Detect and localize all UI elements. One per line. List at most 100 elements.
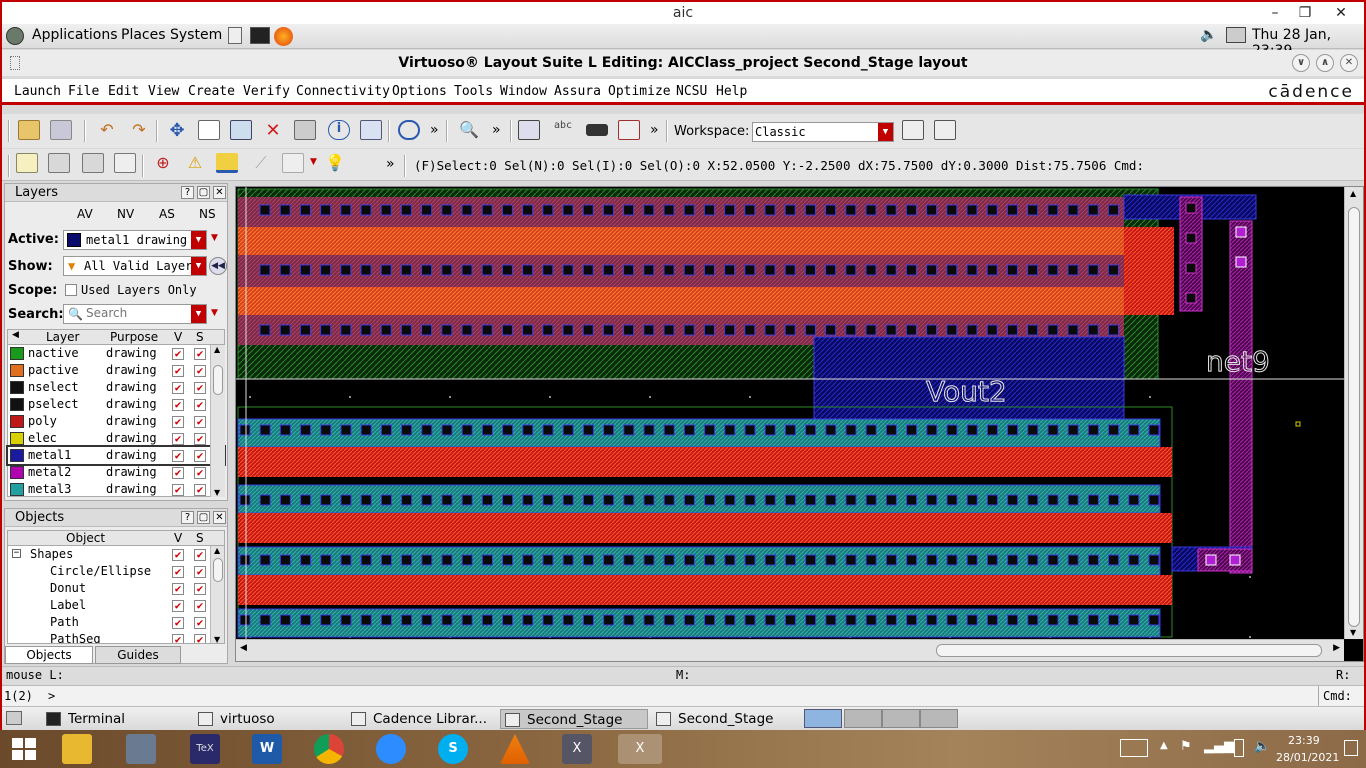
col-ns[interactable]: NS: [199, 207, 216, 221]
tab-guides[interactable]: Guides: [95, 646, 181, 664]
menu-applications[interactable]: Applications: [32, 27, 118, 43]
canvas-horizontal-scrollbar[interactable]: ◀ ▶: [236, 639, 1344, 661]
selectable-checkbox[interactable]: ✔: [194, 617, 206, 629]
text-editor-icon[interactable]: [228, 27, 242, 44]
menu-view[interactable]: View: [148, 84, 179, 99]
scroll-down-icon[interactable]: ▼: [214, 488, 220, 497]
layer-row-nactive[interactable]: nactive drawing ✔ ✔: [8, 345, 224, 362]
probe-icon[interactable]: ⊕: [152, 153, 174, 173]
visible-checkbox[interactable]: ✔: [172, 416, 184, 428]
menu-assura[interactable]: Assura: [554, 84, 601, 99]
col-nv[interactable]: NV: [117, 207, 134, 221]
menu-system[interactable]: System: [170, 27, 222, 43]
visible-checkbox[interactable]: ✔: [172, 382, 184, 394]
scroll-up-icon[interactable]: ▲: [1350, 189, 1356, 198]
undo-icon[interactable]: ↶: [96, 120, 118, 140]
selectable-checkbox[interactable]: ✔: [194, 634, 206, 643]
copy-icon[interactable]: [198, 120, 220, 140]
toolbar-more[interactable]: »: [650, 122, 659, 138]
network-icon[interactable]: [1226, 27, 1246, 43]
save-icon[interactable]: [50, 120, 72, 140]
canvas-vertical-scrollbar[interactable]: ▲ ▼: [1344, 187, 1363, 639]
keyboard-icon[interactable]: [1120, 739, 1148, 757]
taskbar-time[interactable]: 23:39: [1288, 734, 1320, 747]
selectable-checkbox[interactable]: ✔: [194, 600, 206, 612]
object-row[interactable]: Circle/Ellipse ✔ ✔: [8, 563, 224, 580]
menu-verify[interactable]: Verify: [243, 84, 290, 99]
folder-app-icon[interactable]: [126, 734, 156, 764]
scroll-up-icon[interactable]: ▲: [214, 345, 220, 354]
scroll-thumb[interactable]: [1348, 207, 1360, 627]
lightbulb-icon[interactable]: 💡: [324, 153, 346, 173]
active-layer-select[interactable]: metal1 drawing ▼: [63, 230, 207, 250]
col-as[interactable]: AS: [159, 207, 175, 221]
col-av[interactable]: AV: [77, 207, 93, 221]
visible-checkbox[interactable]: ✔: [172, 549, 184, 561]
close-button[interactable]: ✕: [1328, 3, 1354, 23]
menu-help[interactable]: Help: [716, 84, 747, 99]
menu-file[interactable]: File: [68, 84, 99, 99]
header-s[interactable]: S: [196, 531, 204, 545]
layer-row-metal3[interactable]: metal3 drawing ✔ ✔: [8, 481, 224, 498]
app-maximize-icon[interactable]: ∧: [1316, 54, 1334, 72]
workspace-2[interactable]: [844, 709, 882, 728]
visible-checkbox[interactable]: ✔: [172, 600, 184, 612]
task-second-stage[interactable]: Second_Stage: [652, 709, 802, 729]
toolbar-more[interactable]: »: [492, 122, 501, 138]
selectable-checkbox[interactable]: ✔: [194, 566, 206, 578]
selectable-checkbox[interactable]: ✔: [194, 382, 206, 394]
selectable-checkbox[interactable]: ✔: [194, 549, 206, 561]
zoom-icon[interactable]: 🔍: [458, 120, 480, 140]
bus-icon[interactable]: [282, 153, 304, 173]
selectable-checkbox[interactable]: ✔: [194, 583, 206, 595]
float-icon[interactable]: ▢: [197, 186, 210, 199]
tex-icon[interactable]: TeX: [190, 734, 220, 764]
objects-scrollbar[interactable]: ▲ ▼: [210, 546, 224, 643]
xming-icon[interactable]: X: [562, 734, 592, 764]
warning-icon[interactable]: ⚠: [184, 153, 206, 173]
open-icon[interactable]: [18, 120, 40, 140]
layer-row-poly[interactable]: poly drawing ✔ ✔: [8, 413, 224, 430]
workspace-save-icon[interactable]: [902, 120, 924, 140]
object-row[interactable]: Donut ✔ ✔: [8, 580, 224, 597]
visible-checkbox[interactable]: ✔: [172, 583, 184, 595]
selectable-checkbox[interactable]: ✔: [194, 433, 206, 445]
stretch-icon[interactable]: [230, 120, 252, 140]
scroll-thumb[interactable]: [936, 644, 1322, 657]
visible-checkbox[interactable]: ✔: [172, 365, 184, 377]
visible-checkbox[interactable]: ✔: [172, 617, 184, 629]
pin-icon[interactable]: [586, 124, 608, 136]
task-virtuoso[interactable]: virtuoso: [194, 709, 344, 729]
flag-icon[interactable]: ⚑: [1180, 739, 1192, 754]
chevron-down-icon[interactable]: ▼: [211, 308, 218, 318]
speaker-icon[interactable]: 🔈: [1254, 739, 1270, 754]
scroll-up-icon[interactable]: ▲: [214, 546, 220, 555]
header-object[interactable]: Object: [66, 531, 105, 545]
menu-create[interactable]: Create: [188, 84, 235, 99]
close-icon[interactable]: ✕: [213, 511, 226, 524]
ruler-icon[interactable]: [216, 153, 238, 173]
menu-edit[interactable]: Edit: [108, 84, 139, 99]
info-icon[interactable]: i: [328, 120, 350, 140]
visible-checkbox[interactable]: ✔: [172, 467, 184, 479]
scroll-right-icon[interactable]: ▶: [1333, 643, 1340, 653]
header-purpose[interactable]: Purpose: [110, 330, 158, 344]
menu-launch[interactable]: Launch: [14, 84, 61, 99]
area-select-icon[interactable]: [82, 153, 104, 173]
command-input[interactable]: [62, 688, 1302, 704]
object-row[interactable]: Label ✔ ✔: [8, 597, 224, 614]
move-icon[interactable]: ✥: [166, 120, 188, 141]
layer-row-pselect[interactable]: pselect drawing ✔ ✔: [8, 396, 224, 413]
selectable-checkbox[interactable]: ✔: [194, 348, 206, 360]
hierarchy-icon[interactable]: [398, 120, 420, 140]
redo-icon[interactable]: ↷: [128, 120, 150, 140]
header-layer[interactable]: Layer: [46, 330, 79, 344]
maximize-button[interactable]: ❐: [1292, 3, 1318, 23]
select-icon[interactable]: [16, 153, 38, 173]
header-s[interactable]: S: [196, 330, 204, 344]
toolbar-more[interactable]: »: [386, 156, 395, 172]
layout-drawing[interactable]: Vout2 net9: [236, 187, 1344, 639]
skype-icon[interactable]: S: [438, 734, 468, 764]
gear-icon[interactable]: [114, 153, 136, 173]
terminal-icon[interactable]: [250, 27, 270, 44]
